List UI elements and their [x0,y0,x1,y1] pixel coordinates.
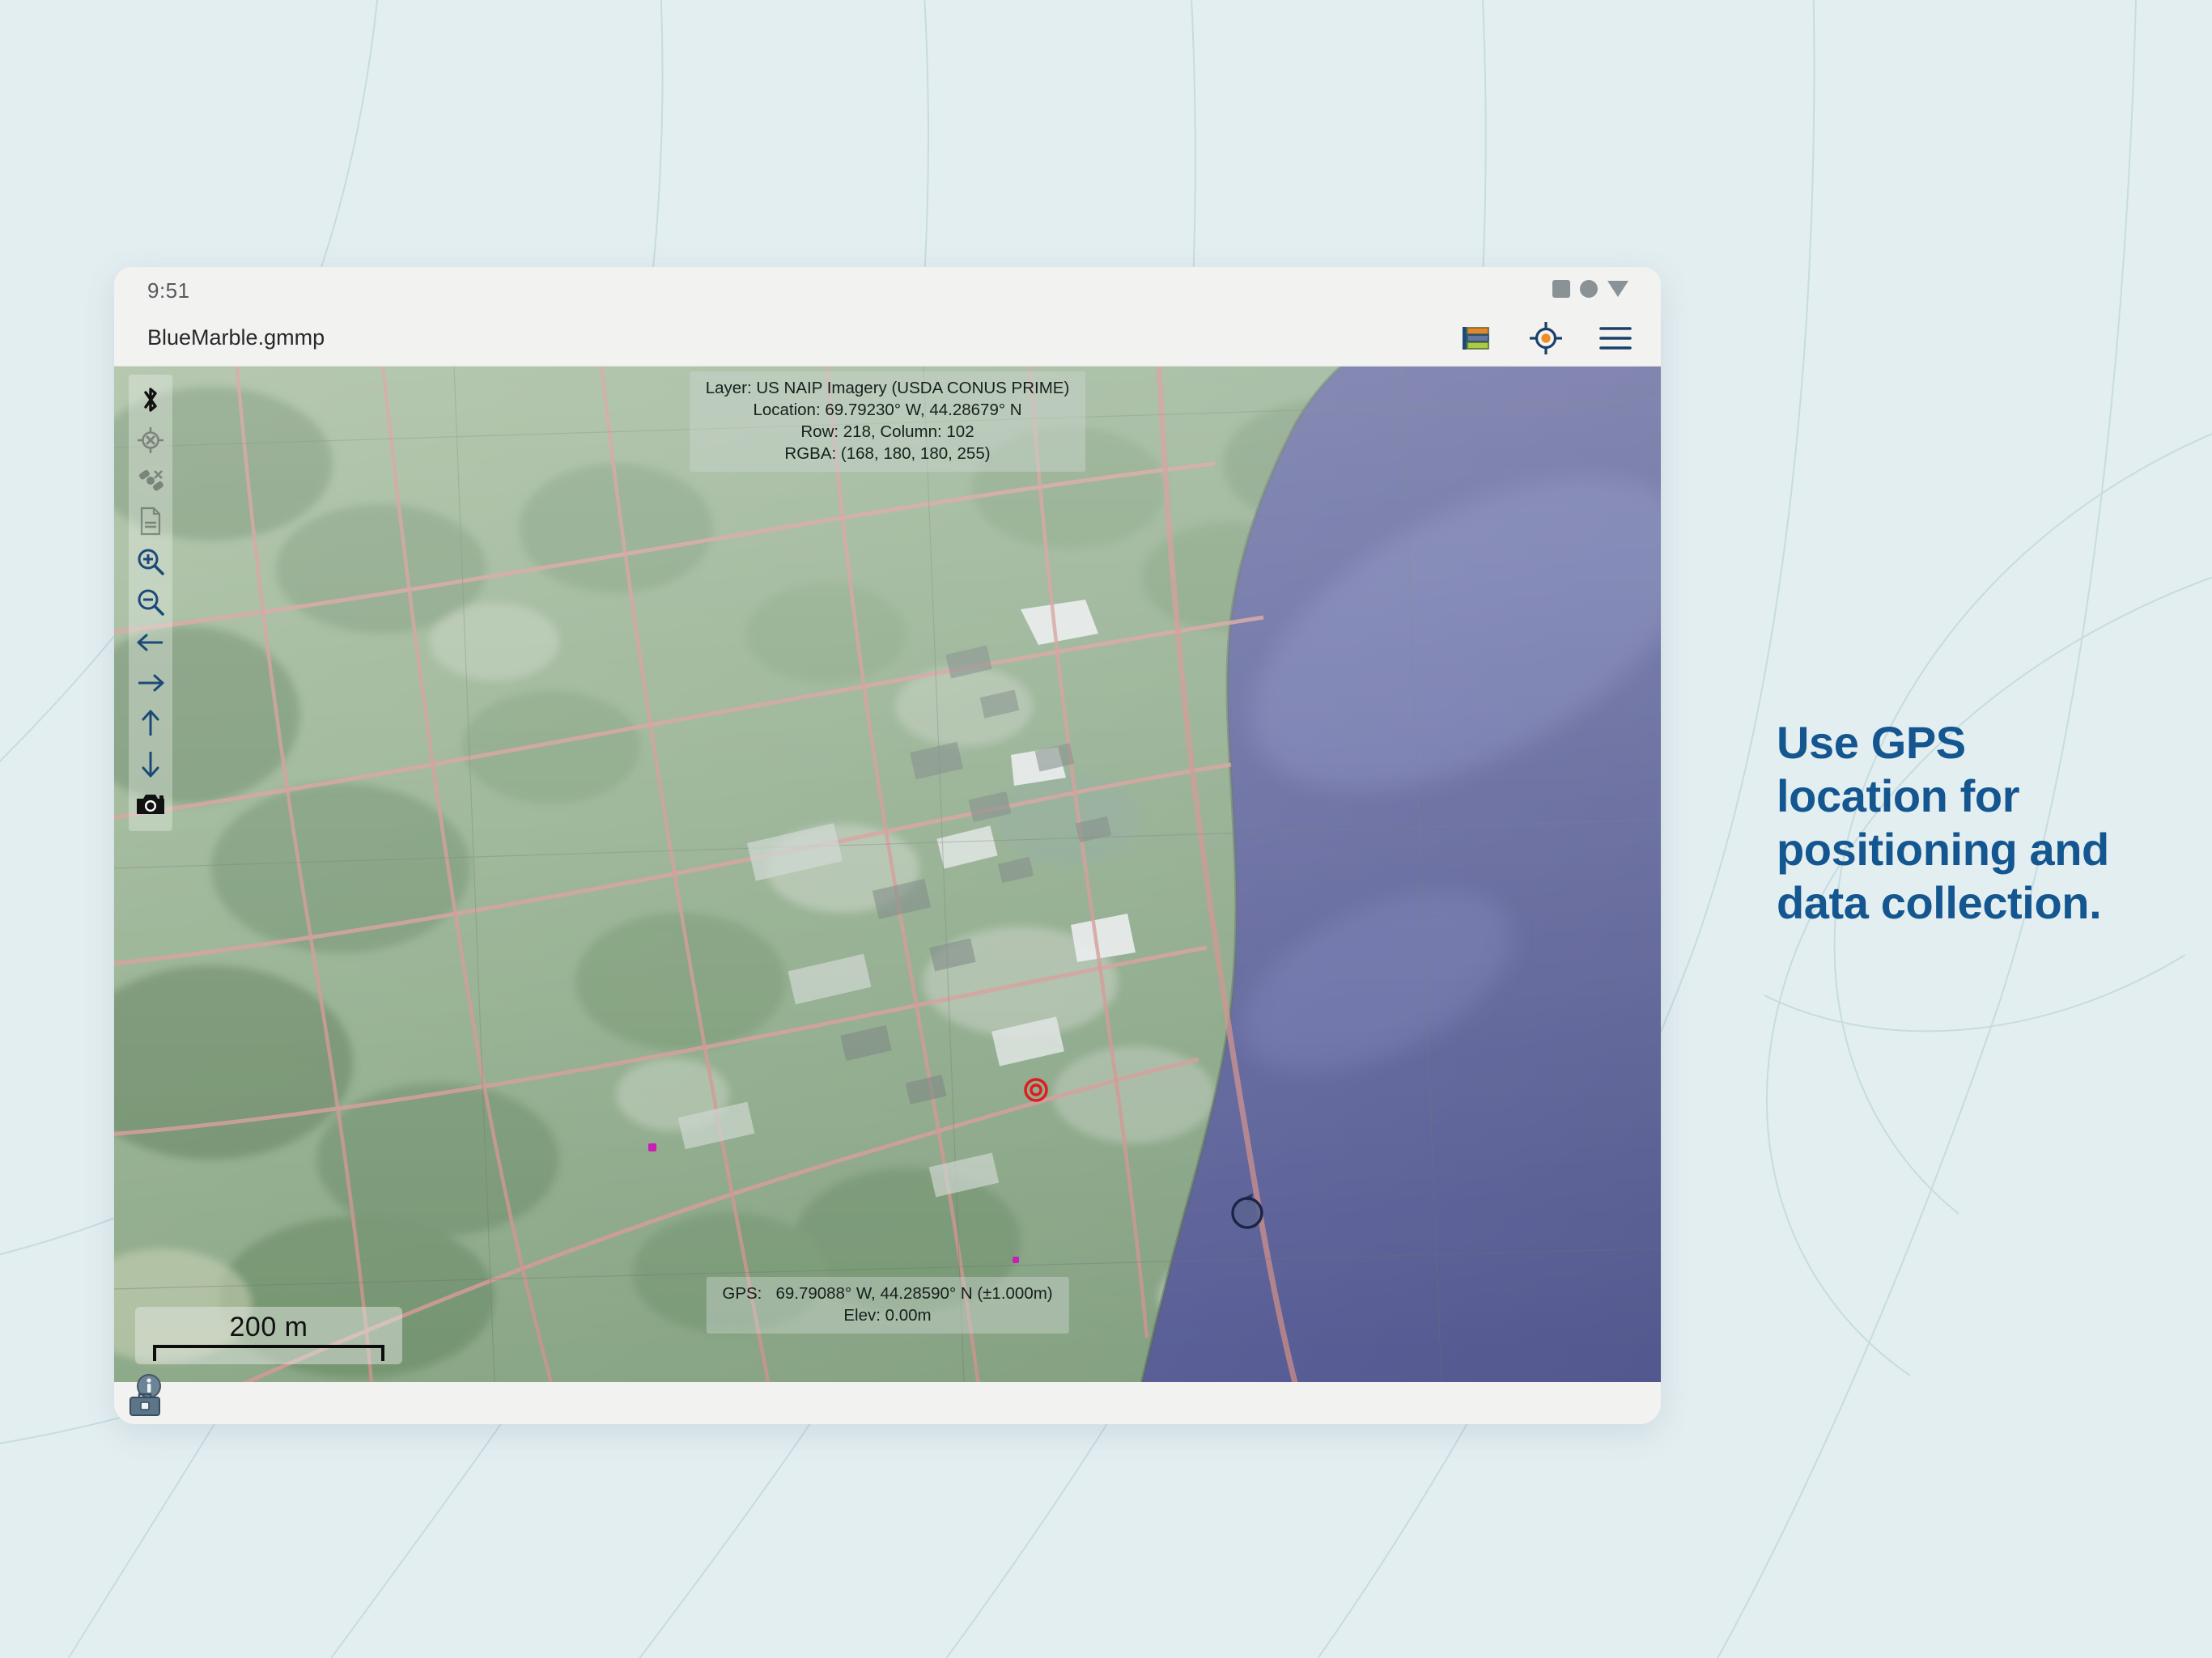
device-window: 9:51 BlueMarble.gmmp Layer: US NAIP Imag… [114,267,1661,1424]
target-marker[interactable] [1021,1075,1051,1109]
pan-right-icon [138,674,164,692]
map-imagery [114,367,1661,1382]
bluetooth-button[interactable] [129,380,172,420]
satellite-disabled-button[interactable] [129,460,172,501]
toolbox-icon [129,1393,160,1416]
pan-down-button[interactable] [129,744,172,784]
menu-button[interactable] [1594,317,1637,359]
camera-button[interactable] [129,784,172,825]
zoom-in-button[interactable] [129,541,172,582]
title-bar-actions [1455,317,1637,359]
layers-icon [1463,327,1489,350]
map-toolbar [129,375,172,831]
zoom-out-icon [138,589,164,616]
gps-target-icon [1530,322,1562,354]
gps-info-overlay: GPS: 69.79088° W, 44.28590° N (±1.000m) … [706,1276,1069,1334]
gps-target-button[interactable] [1525,317,1567,359]
hamburger-menu-icon [1599,327,1632,350]
status-indicator-group [1552,280,1628,298]
bottom-bar-icons [125,1372,184,1424]
map-viewport[interactable]: Layer: US NAIP Imagery (USDA CONUS PRIME… [114,367,1661,1382]
file-icon [140,507,161,536]
status-bar: 9:51 [114,267,1661,312]
marketing-caption: Use GPS location for positioning and dat… [1777,717,2109,929]
scale-bar: 200 m [135,1307,402,1364]
square-indicator-icon [1552,280,1570,298]
triangle-down-indicator-icon [1607,281,1628,297]
pan-down-icon [142,752,159,778]
bluetooth-icon [144,388,157,412]
bottom-bar [114,1374,1661,1424]
scale-rule [150,1345,388,1363]
pan-right-button[interactable] [129,663,172,703]
zoom-out-button[interactable] [129,582,172,622]
circle-indicator-icon [1580,280,1598,298]
vector-point [648,1143,656,1151]
vector-point [1013,1257,1019,1263]
target-marker-icon [1024,1078,1048,1102]
zoom-in-icon [138,549,164,575]
pan-up-button[interactable] [129,703,172,744]
gps-position-marker[interactable] [1226,1185,1272,1238]
camera-icon [137,795,164,814]
satellite-disabled-icon [138,469,163,491]
pan-left-button[interactable] [129,622,172,663]
scale-label: 200 m [229,1312,308,1342]
gps-position-marker-icon [1231,1194,1263,1229]
pan-left-icon [137,634,163,651]
gps-disabled-button[interactable] [129,420,172,460]
pan-up-icon [142,710,159,736]
bottom-icon-group [129,1374,161,1416]
title-bar: BlueMarble.gmmp [114,312,1661,367]
gps-disabled-icon [138,427,163,453]
file-button[interactable] [129,501,172,541]
layers-button[interactable] [1455,317,1497,359]
status-time: 9:51 [147,278,190,303]
layer-info-overlay: Layer: US NAIP Imagery (USDA CONUS PRIME… [689,371,1086,473]
page-title: BlueMarble.gmmp [147,325,325,350]
